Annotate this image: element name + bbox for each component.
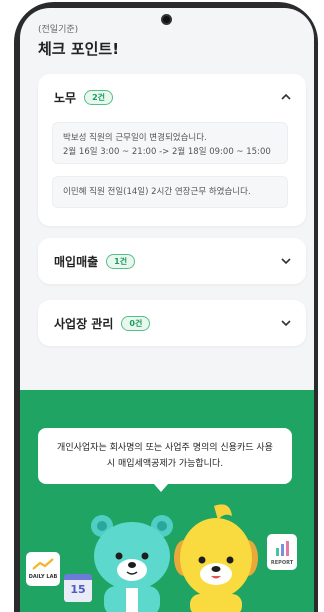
count-badge: 1건: [106, 253, 136, 269]
card-purchase-sales[interactable]: 매입매출 1건: [38, 238, 306, 284]
bar-chart-icon: [276, 541, 289, 556]
tip-banner: 개인사업자는 회사명의 또는 사업주 명의의 신용카드 사용 시 매입세액공제가…: [20, 390, 314, 612]
card-title: 노무: [54, 90, 77, 105]
tip-text: 개인사업자는 회사명의 또는 사업주 명의의 신용카드 사용 시 매입세액공제가…: [57, 443, 273, 469]
dog-mascot: [174, 504, 258, 612]
count-badge: 0건: [121, 315, 151, 331]
notice-item: 이민혜 직원 전일(14일) 2시간 연장근무 하였습니다.: [52, 176, 288, 208]
notice-line: 2월 16일 3:00 ~ 21:00 -> 2월 18일 09:00 ~ 15…: [63, 147, 271, 157]
mascot-illustration: DAILY LAB 15 REPORT: [20, 504, 314, 612]
camera-notch: [161, 14, 172, 25]
card-title: 매입매출: [54, 254, 99, 269]
card-header: 사업장 관리 0건: [54, 300, 292, 346]
daily-lab-tag: DAILY LAB: [26, 552, 60, 586]
daily-lab-label: DAILY LAB: [28, 574, 58, 580]
count-badge: 2건: [84, 89, 114, 105]
notice-line: 박보성 직원의 근무일이 변경되었습니다.: [63, 133, 207, 143]
bear-mascot: [91, 515, 173, 612]
calendar-day: 15: [70, 583, 86, 596]
tip-bubble: 개인사업자는 회사명의 또는 사업주 명의의 신용카드 사용 시 매입세액공제가…: [38, 428, 292, 484]
card-workplace-management[interactable]: 사업장 관리 0건: [38, 300, 306, 346]
card-labor: 노무 2건 박보성 직원의 근무일이 변경되었습니다. 2월 16일 3:00 …: [38, 74, 306, 226]
card-title: 사업장 관리: [54, 316, 114, 331]
report-tag: REPORT: [267, 534, 297, 570]
report-label: REPORT: [270, 560, 294, 566]
card-labor-header[interactable]: 노무 2건: [54, 74, 292, 120]
trend-icon: [32, 558, 54, 570]
bubble-tail: [154, 484, 168, 492]
header-subtitle: (전일기준): [38, 25, 79, 35]
chevron-up-icon[interactable]: [280, 91, 292, 103]
card-header: 매입매출 1건: [54, 238, 292, 284]
chevron-down-icon[interactable]: [280, 255, 292, 267]
notice-item: 박보성 직원의 근무일이 변경되었습니다. 2월 16일 3:00 ~ 21:0…: [52, 122, 288, 164]
notice-line: 이민혜 직원 전일(14일) 2시간 연장근무 하였습니다.: [63, 187, 251, 197]
app-screen: (전일기준) 체크 포인트! 노무 2건 박보성 직원의 근무일이 변경되었습니…: [20, 8, 314, 612]
chevron-down-icon[interactable]: [280, 317, 292, 329]
page-title: 체크 포인트!: [38, 40, 120, 58]
